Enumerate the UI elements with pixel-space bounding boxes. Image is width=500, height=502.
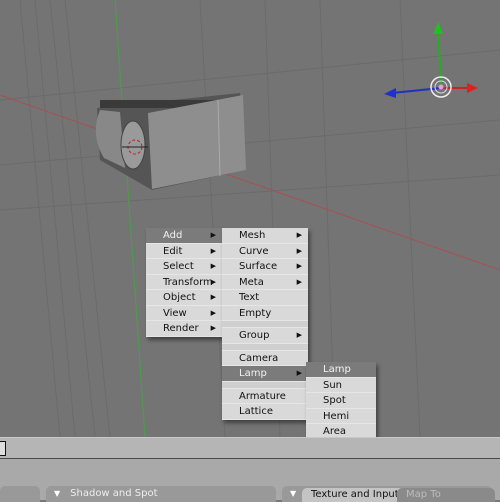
menu-item-mesh[interactable]: Mesh ▶ [222, 228, 308, 244]
menu-item-text[interactable]: Text [222, 290, 308, 306]
menu-item-lamp[interactable]: Lamp [306, 362, 376, 378]
submenu-arrow-icon: ▶ [296, 246, 302, 255]
menu-item-area[interactable]: Area [306, 424, 376, 437]
menu-item-edit[interactable]: Edit ▶ [146, 244, 222, 259]
menu-item-sun[interactable]: Sun [306, 378, 376, 393]
menu-item-transform[interactable]: Transform ▶ [146, 275, 222, 290]
menu-item-curve[interactable]: Curve ▶ [222, 244, 308, 259]
submenu-arrow-icon: ▶ [210, 308, 216, 317]
menu-item-label: Area [323, 426, 347, 437]
submenu-arrow-icon: ▶ [296, 262, 302, 270]
menu-separator [222, 321, 308, 328]
y-axis-line [114, 0, 146, 437]
menu-item-label: Surface [239, 261, 278, 272]
menu-item-label: View [163, 307, 187, 319]
menu-item-label: Select [163, 261, 194, 272]
add-submenu: Mesh ▶ Curve ▶ Surface ▶ Meta ▶ Text Empty Group ▶ C… [222, 228, 308, 420]
menu-item-label: Curve [239, 245, 269, 257]
menu-item-armature[interactable]: Armature [222, 389, 308, 404]
menu-item-label: Camera [239, 352, 279, 364]
menu-item-hemi[interactable]: Hemi [306, 409, 376, 424]
menu-item-lamp[interactable]: Lamp ▶ [222, 366, 308, 382]
menu-item-view[interactable]: View ▶ [146, 306, 222, 321]
viewport-header [0, 437, 500, 460]
menu-item-group[interactable]: Group ▶ [222, 328, 308, 344]
menu-item-label: Spot [323, 395, 346, 406]
menu-item-lattice[interactable]: Lattice [222, 404, 308, 420]
menu-separator [222, 381, 308, 389]
menu-item-label: Meta [239, 276, 264, 288]
lamp-submenu: Lamp Sun Spot Hemi Area [306, 362, 376, 437]
submenu-arrow-icon: ▶ [210, 231, 216, 239]
menu-item-label: Lattice [239, 406, 273, 417]
panel-title: Shadow and Spot [70, 488, 158, 499]
submenu-arrow-icon: ▶ [296, 277, 302, 286]
menu-item-camera[interactable]: Camera [222, 351, 308, 366]
menu-item-label: Hemi [323, 410, 350, 422]
submenu-arrow-icon: ▶ [296, 369, 302, 377]
menu-item-label: Armature [239, 390, 286, 402]
menu-item-label: Render [163, 323, 199, 334]
menu-item-label: Edit [163, 245, 183, 257]
3d-viewport[interactable]: Add ▶ Edit ▶ Select ▶ Transform ▶ Object ▶ View ▶ Re… [0, 0, 500, 437]
submenu-arrow-icon: ▶ [296, 331, 302, 339]
menu-item-label: Lamp [239, 368, 267, 379]
menu-item-meta[interactable]: Meta ▶ [222, 275, 308, 290]
submenu-arrow-icon: ▶ [210, 324, 216, 332]
menu-item-add[interactable]: Add ▶ [146, 228, 222, 244]
toolbox-menu: Add ▶ Edit ▶ Select ▶ Transform ▶ Object ▶ View ▶ Re… [146, 228, 222, 337]
submenu-arrow-icon: ▶ [210, 293, 216, 301]
mesh-object [95, 93, 246, 190]
menu-item-label: Empty [239, 307, 272, 319]
menu-item-label: Add [163, 230, 183, 241]
menu-item-render[interactable]: Render ▶ [146, 321, 222, 337]
menu-item-select[interactable]: Select ▶ [146, 259, 222, 275]
menu-item-label: Transform [163, 276, 213, 288]
menu-item-object[interactable]: Object ▶ [146, 290, 222, 306]
menu-item-empty[interactable]: Empty [222, 306, 308, 321]
menu-separator [222, 343, 308, 351]
submenu-arrow-icon: ▶ [210, 246, 216, 255]
menu-item-surface[interactable]: Surface ▶ [222, 259, 308, 275]
buttons-window: ▼ Shadow and Spot ▼ Texture and Input Map… [0, 459, 500, 502]
menu-item-label: Mesh [239, 230, 266, 241]
menu-item-label: Sun [323, 379, 343, 391]
submenu-arrow-icon: ▶ [210, 262, 216, 270]
submenu-arrow-icon: ▶ [296, 231, 302, 239]
menu-item-label: Group [239, 330, 270, 341]
menu-item-label: Object [163, 292, 196, 303]
header-toggle-button[interactable] [0, 441, 6, 456]
menu-item-label: Text [239, 292, 260, 303]
submenu-arrow-icon: ▶ [210, 277, 216, 286]
menu-item-spot[interactable]: Spot [306, 393, 376, 409]
menu-item-label: Lamp [323, 364, 351, 375]
